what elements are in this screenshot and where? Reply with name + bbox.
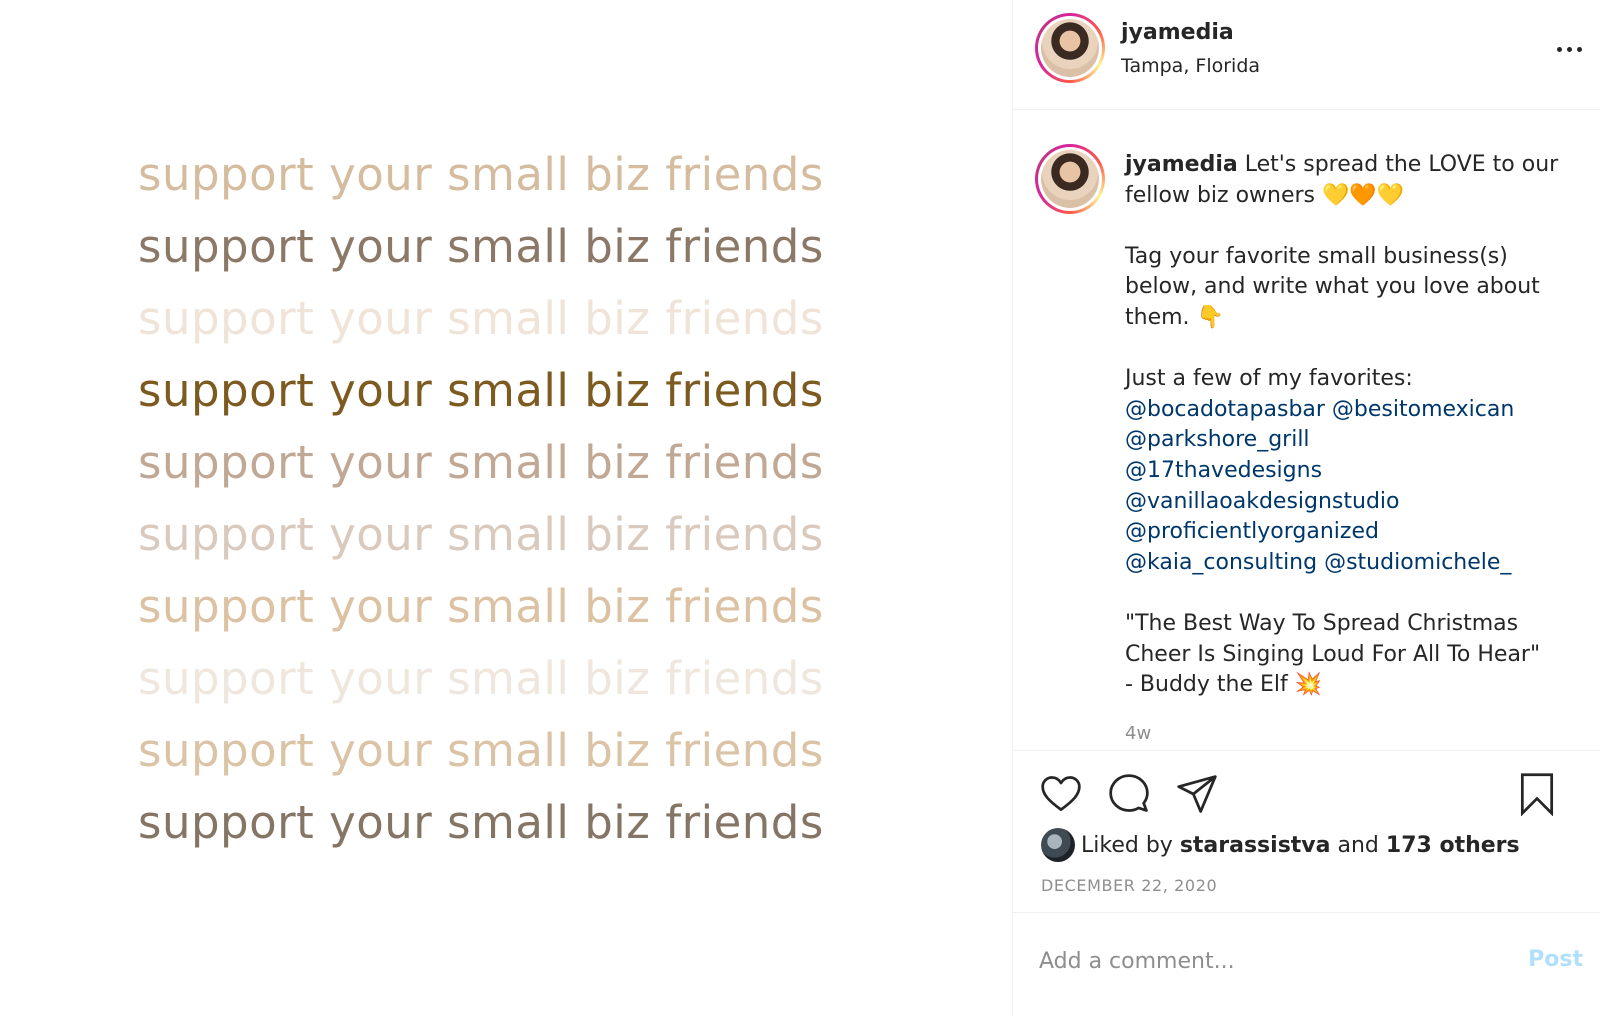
caption-avatar[interactable]	[1035, 144, 1105, 214]
media-text-line: support your small biz friends	[138, 724, 824, 777]
mention-link[interactable]: @kaia_consulting @studiomichele_	[1125, 548, 1575, 579]
caption-line: fellow biz owners 💛🧡💛	[1125, 182, 1405, 208]
heart-icon[interactable]	[1039, 772, 1083, 816]
quote-line: Cheer Is Singing Loud For All To Hear"	[1125, 641, 1541, 667]
share-icon[interactable]	[1175, 772, 1219, 816]
comment-icon[interactable]	[1107, 772, 1151, 816]
liker-avatar[interactable]	[1041, 828, 1075, 862]
mention-link[interactable]: @17thavedesigns	[1125, 456, 1575, 487]
comment-box: Post	[1013, 913, 1600, 1016]
more-options-icon[interactable]	[1557, 38, 1583, 60]
media-text-line: support your small biz friends	[138, 364, 824, 417]
liked-others-link[interactable]: 173 others	[1386, 833, 1520, 858]
mention-link[interactable]: @proficientlyorganized	[1125, 517, 1575, 548]
mention-link[interactable]: @vanillaoakdesignstudio	[1125, 487, 1575, 518]
quote-line: - Buddy the Elf 💥	[1125, 672, 1323, 698]
bookmark-icon[interactable]	[1515, 772, 1559, 816]
post-date[interactable]: DECEMBER 22, 2020	[1041, 876, 1217, 895]
profile-avatar[interactable]	[1035, 13, 1105, 83]
liked-prefix: Liked by	[1081, 832, 1173, 858]
liked-and: and	[1337, 832, 1379, 858]
mention-link[interactable]: @bocadotapasbar @besitomexican	[1125, 395, 1575, 426]
caption-section: jyamedia Let's spread the LOVE to our fe…	[1013, 110, 1600, 750]
quote-line: "The Best Way To Spread Christmas	[1125, 610, 1519, 636]
post-detail-panel: jyamedia Tampa, Florida jyamedia Let's s…	[1012, 0, 1600, 1016]
media-text-line: support your small biz friends	[138, 220, 824, 273]
liked-user-link[interactable]: starassistva	[1180, 833, 1331, 858]
caption-line: Just a few of my favorites:	[1125, 366, 1413, 392]
post-image[interactable]: support your small biz friends support yo…	[0, 0, 1012, 1016]
media-text-line: support your small biz friends	[138, 652, 824, 705]
actions-bar: Liked by starassistva and 173 others DEC…	[1013, 750, 1600, 913]
header-username[interactable]: jyamedia	[1121, 20, 1234, 45]
media-text-line: support your small biz friends	[138, 148, 824, 201]
comment-input[interactable]	[1039, 943, 1479, 979]
caption-line: them. 👇	[1125, 304, 1224, 330]
caption-text: jyamedia Let's spread the LOVE to our fe…	[1125, 150, 1575, 701]
caption-line: below, and write what you love about	[1125, 274, 1540, 300]
media-text-line: support your small biz friends	[138, 508, 824, 561]
media-text-line: support your small biz friends	[138, 580, 824, 633]
media-text-line: support your small biz friends	[138, 796, 824, 849]
caption-line: Let's spread the LOVE to our	[1244, 152, 1559, 177]
post-time-ago[interactable]: 4w	[1125, 723, 1151, 744]
post-comment-button[interactable]: Post	[1528, 947, 1583, 972]
caption-username[interactable]: jyamedia	[1125, 152, 1238, 177]
post-header: jyamedia Tampa, Florida	[1013, 0, 1600, 110]
header-location[interactable]: Tampa, Florida	[1121, 55, 1260, 77]
mention-link[interactable]: @parkshore_grill	[1125, 425, 1575, 456]
media-text-line: support your small biz friends	[138, 436, 824, 489]
caption-line: Tag your favorite small business(s)	[1125, 243, 1508, 269]
media-text-line: support your small biz friends	[138, 292, 824, 345]
likes-summary: Liked by starassistva and 173 others	[1041, 827, 1520, 863]
